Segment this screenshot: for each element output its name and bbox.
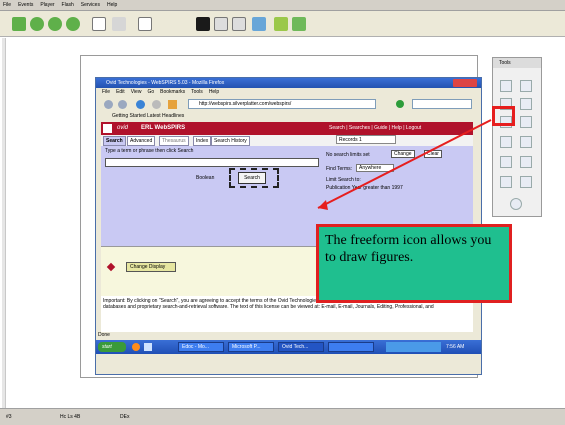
status-slide: #3 <box>6 414 12 420</box>
highlight-tool-icon[interactable] <box>520 156 532 168</box>
hotspot-tool-icon[interactable] <box>520 176 532 188</box>
text-tool-icon[interactable] <box>520 136 532 148</box>
arrow-head <box>318 200 328 210</box>
oval-tool-icon[interactable] <box>500 136 512 148</box>
tools-title: Tools <box>493 58 541 68</box>
freeform-highlight-box <box>492 106 515 126</box>
pointer-tool-icon[interactable] <box>500 80 512 92</box>
status-position: Hc Ls 4B <box>60 414 81 420</box>
arrow-tool-icon[interactable] <box>520 98 532 110</box>
image-tool-icon[interactable] <box>500 156 512 168</box>
status-bar: #3 Hc Ls 4B DEx <box>0 408 565 425</box>
tools-palette: Tools <box>492 57 542 217</box>
rectangle-tool-icon[interactable] <box>520 116 532 128</box>
callout-box: The freeform icon allows you to draw fig… <box>316 224 512 303</box>
arrow-line <box>317 119 492 209</box>
pointer-arrow <box>317 119 492 210</box>
status-mode: DEx <box>120 414 130 420</box>
select-tool-icon[interactable] <box>520 80 532 92</box>
settings-tool-icon[interactable] <box>510 198 522 210</box>
zoom-tool-icon[interactable] <box>500 176 512 188</box>
